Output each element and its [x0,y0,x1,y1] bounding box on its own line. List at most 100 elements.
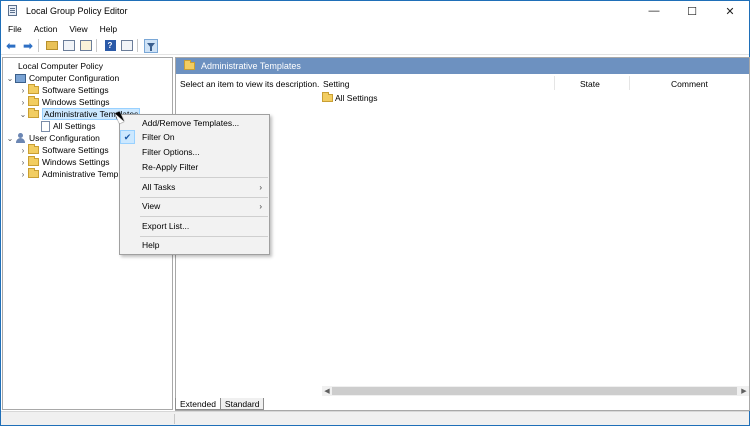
tree-item-label: Windows Settings [42,157,110,167]
back-arrow-icon[interactable]: ⬅ [4,39,18,53]
submenu-arrow-icon: › [259,201,262,211]
close-button[interactable]: ✕ [711,1,749,21]
menu-item-help[interactable]: Help [120,238,269,252]
menu-separator [140,236,268,237]
horizontal-scrollbar[interactable]: ◀ ▶ [322,386,749,396]
menu-item-label: Export List... [142,221,190,231]
folder-icon [28,168,39,178]
column-header-state[interactable]: State [580,79,600,89]
window-title: Local Group Policy Editor [26,6,128,16]
tree-item-label: Administrative Temp [42,169,119,179]
tree-item-uc-administrative-templates[interactable]: › Administrative Temp [18,168,118,180]
scroll-right-icon[interactable]: ▶ [739,386,749,396]
folder-icon [28,144,39,154]
folder-icon [28,108,39,118]
menu-separator [140,216,268,217]
up-folder-icon[interactable] [45,39,59,52]
menu-item-label: Re-Apply Filter [142,162,199,172]
menu-item-label: View [142,201,161,211]
column-divider[interactable] [629,76,630,90]
context-menu: Add/Remove Templates... ✔ Filter On Filt… [119,114,270,255]
menu-item-label: Help [142,240,160,250]
folder-icon [184,60,195,70]
menu-item-view[interactable]: View › [120,199,269,213]
title-bar: Local Group Policy Editor — ☐ ✕ [1,1,749,21]
status-bar [1,411,749,425]
tree-item-uc-software-settings[interactable]: › Software Settings [18,144,109,156]
tab-standard[interactable]: Standard [219,398,265,410]
menu-item-export-list[interactable]: Export List... [120,219,269,233]
user-icon [15,133,26,143]
toolbar: ⬅ ➡ ? [1,37,749,55]
menu-help[interactable]: Help [95,24,122,34]
column-header-comment[interactable]: Comment [671,79,708,89]
tree-item-cc-software-settings[interactable]: › Software Settings [18,84,109,96]
tree-item-local-computer-policy[interactable]: Local Computer Policy [6,60,103,72]
toolbar-separator [38,39,39,52]
minimize-button[interactable]: — [635,1,673,21]
expand-chevron-icon[interactable]: › [18,146,28,155]
folder-icon [28,84,39,94]
export-list-icon[interactable] [79,39,93,52]
expand-chevron-icon[interactable]: › [18,98,28,107]
details-header: Administrative Templates [176,58,749,74]
scroll-left-icon[interactable]: ◀ [322,386,332,396]
tree-item-label: Software Settings [42,145,109,155]
menu-item-label: Filter Options... [142,147,200,157]
tree-item-label: Software Settings [42,85,109,95]
collapse-chevron-icon[interactable]: ⌄ [18,110,28,119]
column-header-setting[interactable]: Setting [323,79,349,89]
tree-item-label: Windows Settings [42,97,110,107]
tree-item-cc-windows-settings[interactable]: › Windows Settings [18,96,110,108]
tree-item-cc-all-settings[interactable]: All Settings [41,120,96,132]
filter-icon[interactable] [144,38,158,53]
menu-item-label: All Tasks [142,182,176,192]
expand-chevron-icon[interactable]: › [18,86,28,95]
expand-chevron-icon[interactable]: › [18,158,28,167]
tree-item-label: Computer Configuration [29,73,120,83]
description-text: Select an item to view its description. [180,79,320,89]
maximize-button[interactable]: ☐ [673,1,711,21]
main-window: Local Group Policy Editor — ☐ ✕ File Act… [0,0,750,426]
scrollbar-thumb[interactable] [332,387,737,395]
toolbar-separator [96,39,97,52]
status-divider [174,414,175,424]
menu-bar: File Action View Help [1,21,749,37]
menu-action[interactable]: Action [29,24,63,34]
menu-item-label: Filter On [142,132,175,142]
column-divider[interactable] [554,76,555,90]
menu-separator [140,177,268,178]
tree-item-label: User Configuration [29,133,100,143]
menu-item-filter-options[interactable]: Filter Options... [120,145,269,159]
expand-chevron-icon[interactable]: › [18,170,28,179]
menu-item-reapply-filter[interactable]: Re-Apply Filter [120,160,269,174]
folder-icon [322,92,333,102]
forward-arrow-icon[interactable]: ➡ [21,39,35,53]
tree-item-uc-windows-settings[interactable]: › Windows Settings [18,156,110,168]
folder-icon [28,156,39,166]
window-controls: — ☐ ✕ [635,1,749,21]
view-tabs: Extended Standard [175,398,265,411]
menu-view[interactable]: View [64,24,92,34]
menu-file[interactable]: File [3,24,27,34]
list-item[interactable]: All Settings [322,92,378,103]
settings-list-icon [41,120,50,132]
checkmark-icon: ✔ [120,130,135,144]
menu-separator [140,197,268,198]
menu-item-all-tasks[interactable]: All Tasks › [120,180,269,194]
tab-extended[interactable]: Extended [175,398,221,410]
collapse-chevron-icon[interactable]: ⌄ [5,134,15,143]
show-hide-tree-icon[interactable] [62,39,76,52]
help-icon[interactable]: ? [103,39,117,52]
gpedit-app-icon [7,5,19,17]
submenu-arrow-icon: › [259,182,262,192]
tree-item-computer-configuration[interactable]: ⌄ Computer Configuration [5,72,120,84]
folder-icon [28,96,39,106]
tree-item-label: Local Computer Policy [18,61,104,71]
menu-item-filter-on[interactable]: ✔ Filter On [120,130,269,144]
tree-item-user-configuration[interactable]: ⌄ User Configuration [5,132,100,144]
toolbar-separator [137,39,138,52]
menu-item-add-remove-templates[interactable]: Add/Remove Templates... [120,116,269,130]
properties-icon[interactable] [120,39,134,52]
collapse-chevron-icon[interactable]: ⌄ [5,74,15,83]
